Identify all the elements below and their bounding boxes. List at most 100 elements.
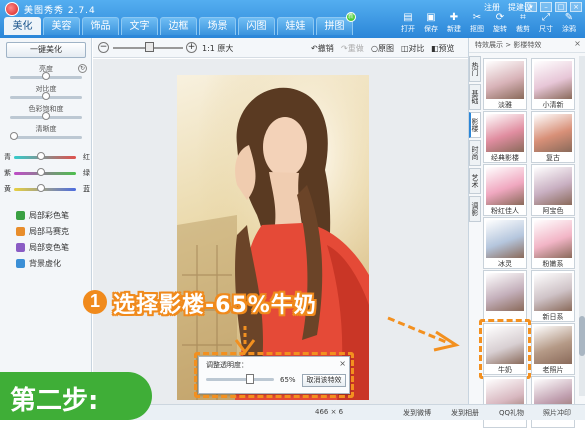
share-album-link[interactable]: 发到相册	[451, 408, 479, 418]
effect-thumb-2[interactable]: 经典影楼	[483, 111, 527, 163]
tab-6[interactable]: 闪图	[238, 17, 275, 35]
category-tab-2[interactable]: 影楼	[469, 112, 481, 138]
scrollbar-thumb[interactable]	[579, 316, 585, 356]
photo-print-link[interactable]: 照片冲印	[543, 408, 571, 418]
slider-knob[interactable]	[37, 152, 45, 160]
background-blur-tool[interactable]: 背景虚化	[16, 258, 61, 269]
tab-7[interactable]: 娃娃	[277, 17, 314, 35]
cyan-red-track[interactable]	[14, 156, 76, 159]
effect-thumb-3[interactable]: 复古	[531, 111, 575, 163]
tool-label: 局部变色笔	[29, 243, 69, 252]
original-button[interactable]: ○原图	[371, 43, 394, 54]
effect-thumb-6[interactable]: 冰灵	[483, 217, 527, 269]
effects-scrollbar[interactable]	[579, 56, 585, 396]
step-banner: 第二步:	[0, 372, 152, 420]
contrast-slider[interactable]	[10, 92, 82, 100]
local-recolor-pen-tool[interactable]: 局部变色笔	[16, 242, 69, 253]
toolbar-item-6[interactable]: ⤢ 尺寸	[536, 12, 556, 34]
toolbar-item-4[interactable]: ⟳ 旋转	[490, 12, 510, 34]
yellow-blue-balance[interactable]: 黄 蓝	[4, 184, 90, 194]
zoom-actual-size-button[interactable]: 1:1 原大	[202, 43, 233, 54]
effect-label: 新日系	[542, 313, 564, 321]
effect-preview	[486, 167, 524, 205]
status-bar: 466 × 6 发到微博 发到相册 QQ礼物 照片冲印	[93, 404, 585, 420]
tab-3[interactable]: 文字	[121, 17, 158, 35]
slider-knob[interactable]	[37, 168, 45, 176]
effect-thumb-12[interactable]	[483, 376, 527, 428]
effect-thumb-0[interactable]: 淡雅	[483, 58, 527, 110]
category-tab-5[interactable]: 调影	[469, 196, 481, 222]
one-click-beautify-button[interactable]: 一键美化	[6, 42, 86, 58]
toolbar-item-label: 尺寸	[539, 25, 553, 33]
tab-4[interactable]: 边框	[160, 17, 197, 35]
selected-effect-highlight	[479, 319, 531, 379]
resize-icon: ⤢	[542, 12, 550, 23]
magenta-green-balance[interactable]: 紫 绿	[4, 168, 90, 178]
effect-label: 复古	[546, 154, 560, 162]
panel-close-icon[interactable]: ×	[573, 40, 582, 49]
category-tab-4[interactable]: 艺术	[469, 168, 481, 194]
toolbar-item-0[interactable]: ▤ 打开	[398, 12, 418, 34]
minimize-icon[interactable]: –	[540, 2, 552, 12]
slider-knob[interactable]	[42, 92, 50, 100]
save-icon: ▣	[426, 12, 436, 23]
skin-icon[interactable]: ▾	[525, 2, 537, 12]
close-icon[interactable]: ×	[570, 2, 582, 12]
brightness-slider[interactable]	[10, 72, 82, 80]
saturation-slider[interactable]	[10, 112, 82, 120]
cutout-icon: ✂	[472, 12, 482, 23]
dialog-highlight-frame	[194, 352, 354, 398]
compare-button[interactable]: ◫对比	[401, 43, 425, 54]
effect-thumb-9[interactable]: 新日系	[531, 270, 575, 322]
toolbar-item-2[interactable]: ✚ 新建	[444, 12, 464, 34]
tab-2[interactable]: 饰品	[82, 17, 119, 35]
category-tab-3[interactable]: 时尚	[469, 140, 481, 166]
maximize-icon[interactable]: □	[555, 2, 567, 12]
blue-label: 蓝	[83, 185, 90, 193]
qq-gift-link[interactable]: QQ礼物	[499, 408, 524, 418]
category-tab-1[interactable]: 基础	[469, 84, 481, 110]
zoom-in-icon[interactable]: +	[186, 42, 197, 53]
effect-thumb-8[interactable]	[483, 270, 527, 322]
effect-thumb-11[interactable]: 老照片	[531, 323, 575, 375]
tab-label: 美容	[51, 21, 72, 32]
preview-button[interactable]: ◧预览	[431, 43, 455, 54]
toolbar-item-1[interactable]: ▣ 保存	[421, 12, 441, 34]
effect-label: 阿宝色	[542, 207, 564, 215]
effect-thumb-1[interactable]: 小清新	[531, 58, 575, 110]
toolbar-item-5[interactable]: ⌗ 裁剪	[513, 12, 533, 34]
local-color-pen-tool[interactable]: 局部彩色笔	[16, 210, 69, 221]
tab-label: 闪图	[246, 21, 267, 32]
effects-breadcrumb: 特效展示 > 影楼特效	[469, 38, 585, 53]
tab-1[interactable]: 美容	[43, 17, 80, 35]
slider-knob[interactable]	[42, 72, 50, 80]
effect-thumb-7[interactable]: 粉嫩系	[531, 217, 575, 269]
mosaic-icon	[16, 227, 25, 236]
share-weibo-link[interactable]: 发到微博	[403, 408, 431, 418]
rotate-icon: ⟳	[495, 12, 505, 23]
magenta-green-track[interactable]	[14, 172, 76, 175]
zoom-slider-knob[interactable]	[145, 42, 154, 52]
toolbar-item-3[interactable]: ✂ 抠图	[467, 12, 487, 34]
redo-button[interactable]: ↷重做	[341, 43, 364, 54]
slider-knob[interactable]	[37, 184, 45, 192]
tab-8[interactable]: 拼图新	[316, 12, 356, 35]
zoom-out-icon[interactable]: −	[98, 42, 109, 53]
sharpness-slider[interactable]	[10, 132, 82, 140]
yellow-blue-track[interactable]	[14, 188, 76, 191]
category-tab-0[interactable]: 热门	[469, 56, 481, 82]
undo-button[interactable]: ↶撤销	[311, 43, 334, 54]
tab-0[interactable]: 美化	[4, 17, 41, 35]
slider-knob[interactable]	[10, 132, 18, 140]
local-mosaic-tool[interactable]: 局部马赛克	[16, 226, 69, 237]
slider-knob[interactable]	[42, 112, 50, 120]
toolbar-item-7[interactable]: ✎ 涂鸦	[559, 12, 579, 34]
arrow-right-icon	[387, 316, 460, 352]
effect-thumb-13[interactable]	[531, 376, 575, 428]
effect-thumb-4[interactable]: 粉红佳人	[483, 164, 527, 216]
effect-label: 老照片	[542, 366, 564, 374]
cyan-red-balance[interactable]: 青 红	[4, 152, 90, 162]
color-pen-icon	[16, 211, 25, 220]
effect-thumb-5[interactable]: 阿宝色	[531, 164, 575, 216]
tab-5[interactable]: 场景	[199, 17, 236, 35]
